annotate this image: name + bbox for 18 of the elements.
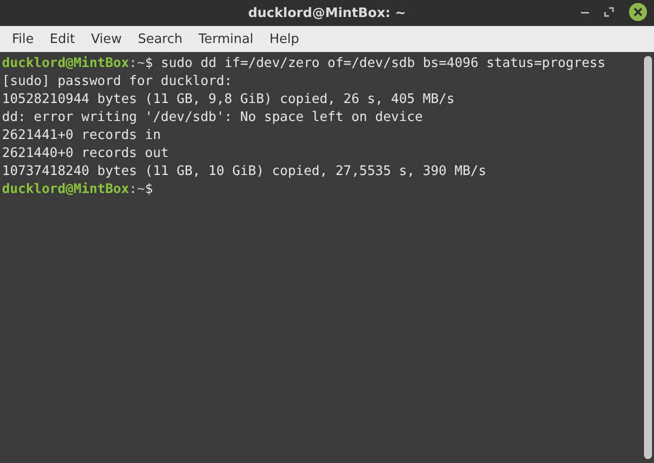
- menu-item[interactable]: Search: [130, 32, 190, 46]
- window-title: ducklord@MintBox: ~: [248, 6, 406, 20]
- terminal-line: 10528210944 bytes (11 GB, 9,8 GiB) copied, 26 s, 405 MB/s: [2, 91, 455, 109]
- terminal-line: 10737418240 bytes (11 GB, 10 GiB) copied, 27,5535 s, 390 MB/s: [2, 163, 486, 181]
- menu-item[interactable]: Help: [261, 32, 308, 46]
- terminal-line: 2621441+0 records in: [2, 127, 161, 145]
- scrollbar[interactable]: [644, 56, 652, 459]
- menu-item[interactable]: File: [4, 32, 42, 46]
- terminal-line: 2621440+0 records out: [2, 145, 169, 163]
- close-icon[interactable]: [628, 2, 648, 22]
- terminal-line: [sudo] password for ducklord:: [2, 73, 232, 91]
- menu-item[interactable]: Terminal: [190, 32, 262, 46]
- prompt-line: ducklord@MintBox:~$: [2, 181, 153, 199]
- menu-item[interactable]: View: [82, 32, 130, 46]
- prompt-line: ducklord@MintBox:~$ sudo dd if=/dev/zero of=/dev/sdb bs=4096 status=progress: [2, 55, 606, 73]
- menu-item[interactable]: Edit: [42, 32, 83, 46]
- maximize-icon[interactable]: [604, 7, 614, 17]
- terminal-line: dd: error writing '/dev/sdb': No space left on device: [2, 109, 423, 127]
